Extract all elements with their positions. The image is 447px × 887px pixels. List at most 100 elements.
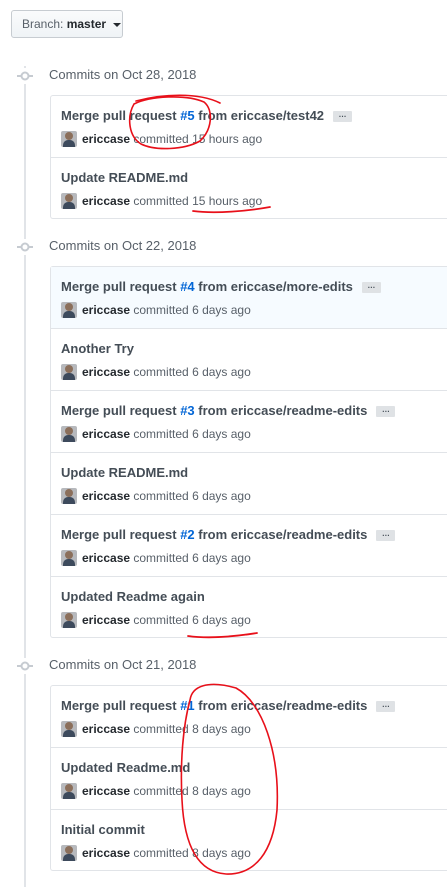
- commit-message[interactable]: Updated Readme.md: [61, 760, 190, 775]
- branch-select-button[interactable]: Branch: master: [11, 10, 123, 38]
- commit-meta: ericcase committed 15 hours ago: [61, 193, 263, 210]
- commit-row: Updated Readme.md ericcase committed 8 d…: [51, 747, 447, 809]
- commit-message[interactable]: Merge pull request #1 from ericcase/read…: [61, 698, 396, 713]
- commit-message[interactable]: Merge pull request #2 from ericcase/read…: [61, 527, 396, 542]
- commit-meta: ericcase committed 6 days ago: [61, 426, 251, 443]
- author-link[interactable]: ericcase: [82, 613, 130, 627]
- expand-ellipsis-button[interactable]: …: [376, 701, 396, 713]
- commit-row: Merge pull request #1 from ericcase/read…: [51, 686, 447, 747]
- commit-title[interactable]: Update README.md: [61, 170, 188, 185]
- commit-time: 6 days ago: [192, 613, 251, 628]
- commit-title-suffix[interactable]: from ericcase/test42: [195, 108, 324, 123]
- author-link[interactable]: ericcase: [82, 489, 130, 503]
- commit-title-suffix[interactable]: from ericcase/readme-edits: [195, 403, 367, 418]
- avatar[interactable]: [61, 302, 77, 318]
- author-link[interactable]: ericcase: [82, 303, 130, 317]
- avatar[interactable]: [61, 193, 77, 209]
- commit-meta: ericcase committed 8 days ago: [61, 845, 251, 862]
- committed-text: committed: [130, 303, 193, 318]
- expand-ellipsis-button[interactable]: …: [376, 406, 396, 418]
- commit-time: 6 days ago: [192, 427, 251, 442]
- commit-list: Merge pull request #5 from ericcase/test…: [50, 95, 447, 219]
- group-title: Commits on Oct 28, 2018: [49, 67, 197, 82]
- committed-text: committed: [130, 489, 193, 504]
- commit-title-suffix[interactable]: from ericcase/readme-edits: [195, 698, 367, 713]
- commit-message[interactable]: Merge pull request #5 from ericcase/test…: [61, 108, 353, 123]
- avatar[interactable]: [61, 721, 77, 737]
- group-title: Commits on Oct 21, 2018: [49, 657, 197, 672]
- avatar[interactable]: [61, 426, 77, 442]
- avatar[interactable]: [61, 488, 77, 504]
- commit-time: 15 hours ago: [192, 194, 263, 209]
- author-link[interactable]: ericcase: [82, 784, 130, 798]
- pr-link[interactable]: #5: [180, 108, 194, 123]
- commit-meta: ericcase committed 6 days ago: [61, 364, 251, 381]
- commit-message[interactable]: Update README.md: [61, 170, 188, 185]
- commit-row: Merge pull request #5 from ericcase/test…: [51, 96, 447, 157]
- pr-link[interactable]: #4: [180, 279, 194, 294]
- avatar[interactable]: [61, 783, 77, 799]
- git-commit-icon: [17, 239, 33, 255]
- author-link[interactable]: ericcase: [82, 427, 130, 441]
- commit-row: Update README.md ericcase committed 15 h…: [51, 157, 447, 219]
- expand-ellipsis-button[interactable]: …: [376, 530, 396, 542]
- commit-title-suffix[interactable]: from ericcase/more-edits: [195, 279, 353, 294]
- committed-text: committed: [130, 194, 193, 209]
- pr-link[interactable]: #1: [180, 698, 194, 713]
- commit-row: Merge pull request #4 from ericcase/more…: [51, 267, 447, 328]
- commit-time: 6 days ago: [192, 551, 251, 566]
- commit-title[interactable]: Initial commit: [61, 822, 145, 837]
- commit-title-suffix[interactable]: from ericcase/readme-edits: [195, 527, 367, 542]
- committed-text: committed: [130, 846, 193, 861]
- commit-meta: ericcase committed 8 days ago: [61, 721, 251, 738]
- expand-ellipsis-button[interactable]: …: [361, 282, 381, 294]
- author-link[interactable]: ericcase: [82, 132, 130, 146]
- commit-message[interactable]: Merge pull request #3 from ericcase/read…: [61, 403, 396, 418]
- commit-time: 8 days ago: [192, 846, 251, 861]
- avatar[interactable]: [61, 364, 77, 380]
- avatar[interactable]: [61, 612, 77, 628]
- author-link[interactable]: ericcase: [82, 551, 130, 565]
- commit-message[interactable]: Updated Readme again: [61, 589, 205, 604]
- commit-row: Merge pull request #3 from ericcase/read…: [51, 390, 447, 452]
- committed-text: committed: [130, 551, 193, 566]
- author-link[interactable]: ericcase: [82, 846, 130, 860]
- commit-meta: ericcase committed 6 days ago: [61, 302, 251, 319]
- commit-time: 8 days ago: [192, 784, 251, 799]
- commit-title[interactable]: Merge pull request: [61, 108, 180, 123]
- commit-title[interactable]: Updated Readme.md: [61, 760, 190, 775]
- committed-text: committed: [130, 613, 193, 628]
- committed-text: committed: [130, 722, 193, 737]
- commit-title[interactable]: Updated Readme again: [61, 589, 205, 604]
- avatar[interactable]: [61, 131, 77, 147]
- commit-title[interactable]: Merge pull request: [61, 403, 180, 418]
- commit-meta: ericcase committed 8 days ago: [61, 783, 251, 800]
- commit-message[interactable]: Another Try: [61, 341, 134, 356]
- author-link[interactable]: ericcase: [82, 194, 130, 208]
- commit-title[interactable]: Merge pull request: [61, 279, 180, 294]
- avatar[interactable]: [61, 845, 77, 861]
- author-link[interactable]: ericcase: [82, 722, 130, 736]
- commit-title[interactable]: Update README.md: [61, 465, 188, 480]
- commit-time: 15 hours ago: [192, 132, 263, 147]
- commit-title[interactable]: Another Try: [61, 341, 134, 356]
- commit-time: 6 days ago: [192, 365, 251, 380]
- commit-row: Initial commit ericcase committed 8 days…: [51, 809, 447, 871]
- commit-group-header: Commits on Oct 28, 2018: [0, 65, 447, 85]
- commit-group-header: Commits on Oct 21, 2018: [0, 655, 447, 675]
- commit-message[interactable]: Merge pull request #4 from ericcase/more…: [61, 279, 381, 294]
- avatar[interactable]: [61, 550, 77, 566]
- commit-time: 8 days ago: [192, 722, 251, 737]
- commit-row: Another Try ericcase committed 6 days ag…: [51, 328, 447, 390]
- author-link[interactable]: ericcase: [82, 365, 130, 379]
- commit-title[interactable]: Merge pull request: [61, 527, 180, 542]
- commit-time: 6 days ago: [192, 489, 251, 504]
- commit-message[interactable]: Update README.md: [61, 465, 188, 480]
- pr-link[interactable]: #3: [180, 403, 194, 418]
- commit-message[interactable]: Initial commit: [61, 822, 145, 837]
- pr-link[interactable]: #2: [180, 527, 194, 542]
- git-commit-icon: [17, 68, 33, 84]
- commit-meta: ericcase committed 6 days ago: [61, 612, 251, 629]
- commit-title[interactable]: Merge pull request: [61, 698, 180, 713]
- expand-ellipsis-button[interactable]: …: [333, 111, 353, 123]
